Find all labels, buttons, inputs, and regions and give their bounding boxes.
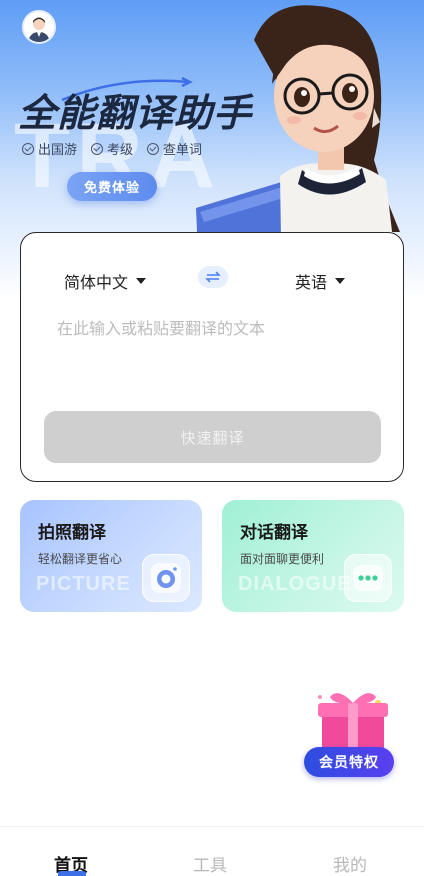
- check-icon: [147, 142, 160, 155]
- target-language-select[interactable]: 英语: [295, 269, 346, 293]
- camera-icon: [142, 554, 190, 602]
- caret-down-icon: [335, 278, 346, 284]
- check-icon: [22, 142, 34, 155]
- feature-tag-label: 出国游: [38, 143, 78, 158]
- photo-translate-watermark: PICTURE: [36, 573, 131, 595]
- user-avatar[interactable]: [22, 10, 56, 44]
- photo-translate-card[interactable]: 拍照翻译 轻松翻译更省心 PICTURE: [20, 500, 202, 612]
- dialog-translate-title: 对话翻译: [240, 523, 308, 543]
- dialog-translate-card[interactable]: 对话翻译 面对面聊更便利 DIALOGUE: [222, 500, 404, 612]
- vip-label: 会员特权: [304, 747, 394, 777]
- gift-icon: [318, 693, 388, 753]
- swap-icon: [205, 271, 221, 283]
- translation-input[interactable]: [57, 315, 377, 405]
- translate-card: 简体中文 英语 快速翻译: [20, 232, 404, 482]
- photo-translate-subtitle: 轻松翻译更省心: [38, 552, 123, 566]
- vip-badge[interactable]: 会员特权: [300, 685, 400, 780]
- swap-language-button[interactable]: [198, 266, 228, 288]
- tab-mine[interactable]: 我的: [333, 851, 367, 876]
- active-tab-indicator: [58, 871, 86, 876]
- bottom-tab-bar: 首页 工具 我的: [0, 826, 424, 876]
- feature-tag: 出国游: [22, 139, 77, 158]
- dialog-translate-watermark: DIALOGUE: [238, 573, 352, 595]
- tab-tools[interactable]: 工具: [193, 851, 227, 876]
- quick-translate-button[interactable]: 快速翻译: [44, 411, 381, 463]
- check-icon: [91, 142, 104, 155]
- source-language-select[interactable]: 简体中文: [64, 269, 147, 293]
- feature-tag-label: 考级: [107, 143, 134, 158]
- chat-icon: [344, 554, 392, 602]
- dialog-translate-subtitle: 面对面聊更便利: [240, 552, 325, 566]
- user-avatar-icon: [28, 17, 50, 42]
- target-language-label: 英语: [295, 273, 328, 292]
- free-trial-button[interactable]: 免费体验: [67, 172, 157, 201]
- feature-tag: 考级: [91, 139, 133, 158]
- caret-down-icon: [136, 278, 147, 284]
- photo-translate-title: 拍照翻译: [38, 523, 106, 543]
- source-language-label: 简体中文: [64, 273, 129, 292]
- feature-tags: 出国游 考级 查单词: [22, 139, 202, 158]
